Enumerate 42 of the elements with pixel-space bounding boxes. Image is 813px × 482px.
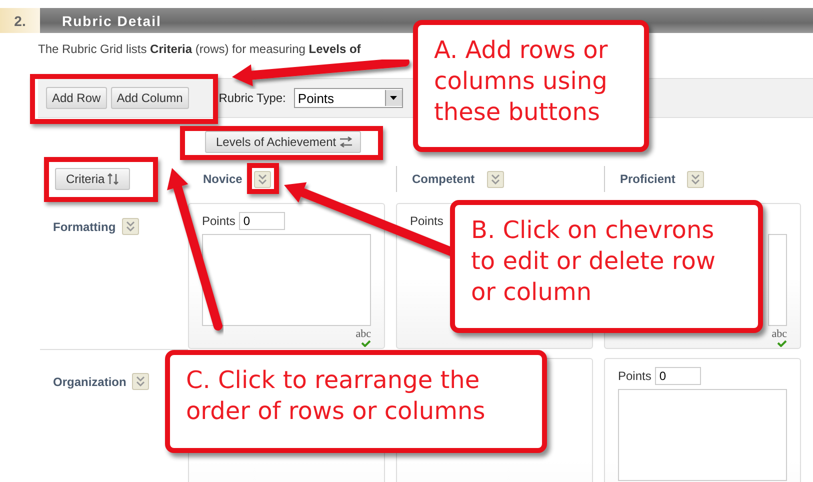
dropdown-icon [390,96,398,100]
add-button[interactable]: Add Row [46,87,107,109]
column-header: Novice [203,172,242,186]
double-chevron-icon [691,174,700,184]
section-number: 2. [0,8,40,33]
sort-arrows-icon [106,173,119,185]
callout: C. Click to rearrange the order of rows or columns [165,350,547,453]
row-name: Formatting [53,220,116,234]
rubric-type-label: Rubric Type: [218,91,286,105]
criteria-button[interactable]: Criteria [55,168,130,190]
points-field[interactable]: 0 [655,367,702,385]
check-icon [361,340,371,347]
intro-text: The Rubric Grid lists Criteria (rows) for measuring Levels of [38,42,361,56]
double-chevron-icon [258,174,268,184]
callout: A. Add rows or columns using these buttons [413,20,649,152]
column-header: Competent [412,172,475,186]
double-chevron-icon [136,376,146,387]
chevron-button[interactable] [254,170,272,188]
spellcheck-label[interactable]: abc [202,329,371,347]
points-field[interactable]: 0 [239,212,286,230]
double-chevron-icon [490,174,500,184]
callout: B. Click on chevrons to edit or delete row or column [450,200,763,333]
points-label: Points [202,214,236,228]
row-name: Organization [53,375,126,389]
points-label: Points [410,214,444,228]
highlight-frame [247,163,279,194]
description-field[interactable] [202,234,371,326]
chevron-button[interactable] [486,170,504,188]
swap-arrows-icon [338,136,354,148]
chevron-button[interactable] [132,373,150,390]
check-icon [777,340,787,347]
double-chevron-icon [126,221,135,232]
chevron-button[interactable] [122,218,139,235]
levels-button[interactable]: Levels of Achievement [205,131,362,153]
column-header: Proficient [620,172,676,186]
description-field[interactable] [618,389,787,481]
add-button[interactable]: Add Column [110,87,189,109]
rubric-type-select[interactable]: Points [294,88,403,108]
section-title: Rubric Detail [62,12,162,28]
points-label: Points [618,369,652,383]
description-field[interactable] [768,234,787,326]
chevron-button[interactable] [687,170,704,188]
